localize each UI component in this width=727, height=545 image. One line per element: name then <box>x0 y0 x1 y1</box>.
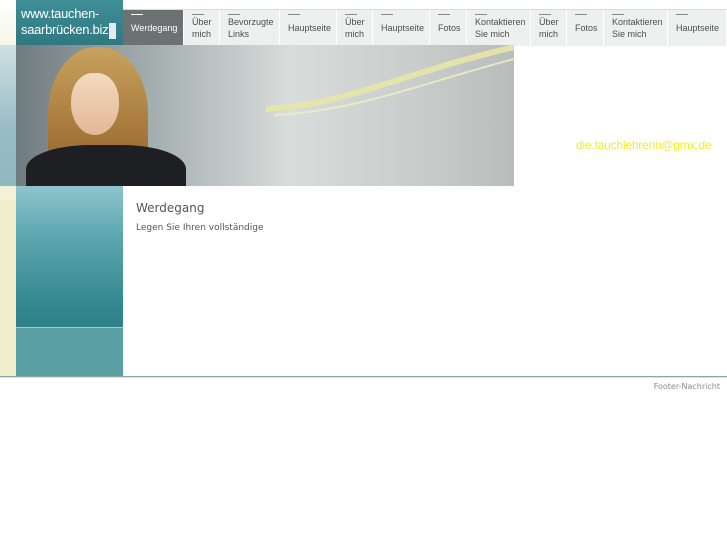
nav-item-marker <box>381 14 393 15</box>
nav-item-7[interactable]: Fotos <box>430 10 467 46</box>
nav-item-marker <box>475 14 487 15</box>
left-decoration-upper <box>0 45 16 186</box>
nav-item-marker <box>612 14 624 15</box>
nav-item-3[interactable]: Bevorzugte Links <box>220 10 280 46</box>
nav-item-marker <box>288 14 300 15</box>
side-panel-lower <box>16 327 123 377</box>
site-logo-line1: www.tauchen- <box>21 6 100 21</box>
nav-item-6[interactable]: Hauptseite <box>373 10 430 46</box>
nav-item-11[interactable]: Kontaktieren Sie mich <box>604 10 668 46</box>
logo-accent-bar <box>109 23 116 39</box>
nav-item-label: Hauptseite <box>676 23 720 33</box>
site-logo-text: www.tauchen- saarbrücken.biz <box>21 6 109 38</box>
nav-item-marker <box>438 14 450 15</box>
page-title: Werdegang <box>136 201 205 215</box>
nav-item-marker <box>539 14 551 15</box>
nav-item-marker <box>345 14 357 15</box>
banner-photo-face <box>71 73 119 135</box>
nav-item-12[interactable]: Hauptseite <box>668 10 727 46</box>
site-logo[interactable]: www.tauchen- saarbrücken.biz <box>16 0 123 45</box>
footer-divider-light <box>0 377 727 378</box>
nav-item-marker <box>575 14 587 15</box>
nav-item-marker <box>676 14 688 15</box>
nav-item-5[interactable]: Über mich <box>337 10 373 46</box>
nav-item-8[interactable]: Kontaktieren Sie mich <box>467 10 531 46</box>
site-logo-line2: saarbrücken.biz <box>21 22 109 37</box>
left-decoration-lower <box>0 200 16 376</box>
main-navigation: Werdegang Über mich Bevorzugte Links Haupts… <box>123 9 727 46</box>
nav-item-10[interactable]: Fotos <box>567 10 604 46</box>
nav-item-marker <box>228 14 240 15</box>
nav-item-marker <box>131 14 143 15</box>
nav-item-4[interactable]: Hauptseite <box>280 10 337 46</box>
nav-item-1[interactable]: Werdegang <box>123 10 184 46</box>
left-decoration <box>0 0 16 376</box>
footer-message: Footer-Nachricht <box>653 382 720 391</box>
nav-item-2[interactable]: Über mich <box>184 10 220 46</box>
contact-email-link[interactable]: die.tauchlehrerin@gmx.de <box>576 138 712 152</box>
page-body-text: Legen Sie Ihren vollständige <box>136 223 264 233</box>
nav-item-marker <box>192 14 204 15</box>
side-panel <box>16 186 123 377</box>
banner-photo-body <box>26 145 186 186</box>
header-banner <box>16 45 514 186</box>
nav-item-9[interactable]: Über mich <box>531 10 567 46</box>
